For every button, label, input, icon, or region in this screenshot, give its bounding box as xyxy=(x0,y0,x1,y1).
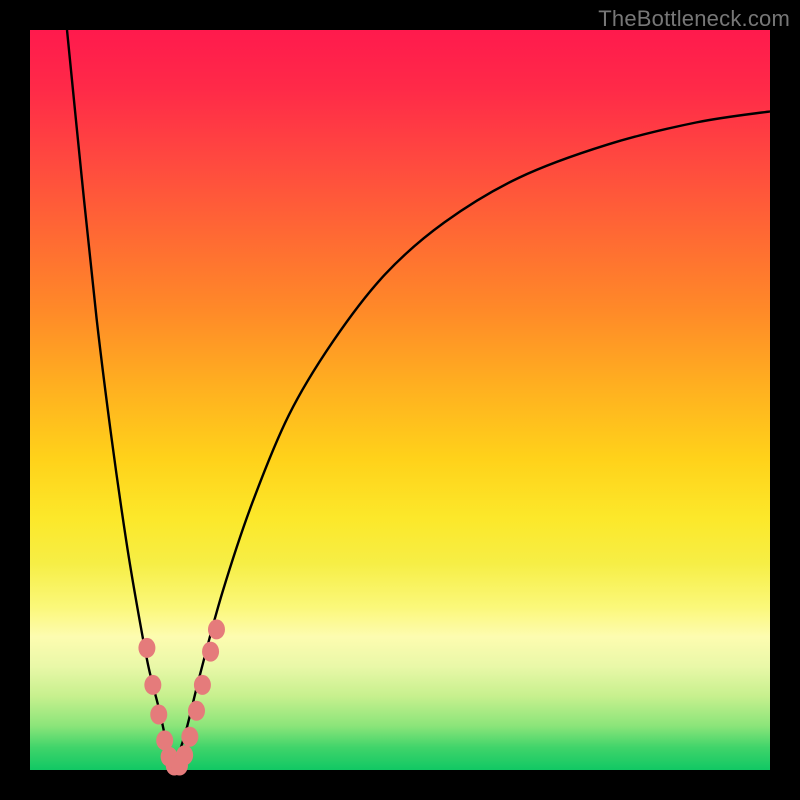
data-marker xyxy=(202,642,219,662)
data-marker xyxy=(188,701,205,721)
data-marker xyxy=(144,675,161,695)
data-marker xyxy=(208,619,225,639)
curve-left-branch xyxy=(67,30,174,766)
data-marker xyxy=(150,705,167,725)
data-marker xyxy=(181,727,198,747)
data-marker xyxy=(194,675,211,695)
watermark-label: TheBottleneck.com xyxy=(598,6,790,32)
chart-frame: TheBottleneck.com xyxy=(0,0,800,800)
data-marker xyxy=(176,745,193,765)
data-markers xyxy=(138,619,225,775)
data-marker xyxy=(138,638,155,658)
bottleneck-curve xyxy=(30,30,770,770)
curve-right-branch xyxy=(174,111,770,766)
plot-area xyxy=(30,30,770,770)
